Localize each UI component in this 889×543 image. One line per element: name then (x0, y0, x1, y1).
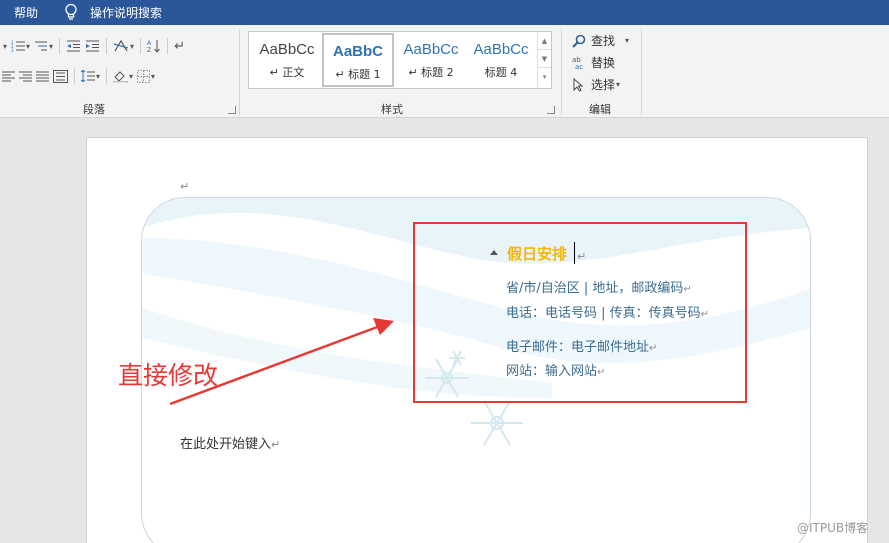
svg-text:ac: ac (575, 63, 583, 70)
title-bar: 帮助 操作说明搜索 (0, 0, 889, 25)
replace-icon: ab ac (572, 56, 588, 70)
select-button[interactable]: 选择 ▾ (572, 76, 620, 93)
line-spacing-icon[interactable]: ▾ (79, 66, 102, 86)
watermark: @ITPUB博客 (797, 521, 869, 535)
styles-dialog-launcher-icon[interactable] (547, 106, 555, 114)
replace-label: 替换 (591, 56, 616, 70)
borders-icon[interactable]: ▾ (135, 66, 157, 86)
decrease-indent-icon[interactable] (64, 36, 83, 56)
tab-help[interactable]: 帮助 (14, 4, 38, 21)
search-icon (572, 34, 588, 48)
style-heading-1[interactable]: AaBbC ↵ 标题 1 (322, 33, 394, 87)
sort-icon[interactable]: AZ (145, 36, 163, 56)
paragraph-dialog-launcher-icon[interactable] (228, 106, 236, 114)
justify-icon[interactable] (34, 66, 51, 86)
tell-me-search[interactable]: 操作说明搜索 (90, 4, 162, 21)
editing-group-label: 编辑 (589, 103, 611, 116)
paragraph-group-label: 段落 (83, 103, 105, 116)
gallery-down-icon[interactable]: ▼ (538, 50, 551, 68)
find-label: 查找 (591, 34, 616, 48)
style-name: ↵ 标题 1 (335, 68, 381, 81)
style-heading-4[interactable]: AaBbCc 标题 4 (465, 33, 537, 87)
styles-group-label: 样式 (381, 103, 403, 116)
styles-gallery: AaBbCc ↵ 正文 AaBbC ↵ 标题 1 AaBbCc ↵ 标题 2 A… (248, 31, 552, 89)
svg-text:3: 3 (11, 48, 14, 52)
style-sample: AaBbC (332, 43, 383, 60)
find-button[interactable]: 查找 ▾ (572, 32, 629, 49)
show-paragraph-marks-icon[interactable]: ↵ (172, 36, 187, 56)
lightbulb-icon[interactable] (64, 3, 78, 21)
body-placeholder[interactable]: 在此处开始键入↵ (180, 433, 280, 452)
style-sample: AaBbCc (259, 41, 315, 58)
select-label: 选择 (591, 78, 616, 92)
chinese-layout-icon[interactable]: ▾ (111, 36, 136, 56)
paragraph-row-1: ▾ 1 2 3 ▾ ▾ ▾ AZ ↵ (0, 36, 187, 56)
distributed-icon[interactable] (51, 66, 70, 86)
gallery-up-icon[interactable]: ▲ (538, 32, 551, 50)
align-right-icon[interactable] (17, 66, 34, 86)
style-normal[interactable]: AaBbCc ↵ 正文 (251, 33, 323, 87)
annotation-label: 直接修改 (118, 361, 219, 390)
paragraph-row-2: ▾ ▾ ▾ (0, 66, 157, 86)
style-name: ↵ 标题 2 (408, 66, 454, 79)
bullets-icon[interactable]: ▾ (0, 36, 9, 56)
empty-paragraph-mark: ↵ (180, 180, 190, 193)
svg-text:Z: Z (147, 47, 151, 53)
style-sample: AaBbCc (473, 41, 529, 58)
increase-indent-icon[interactable] (83, 36, 102, 56)
ribbon: ▾ 1 2 3 ▾ ▾ ▾ AZ ↵ ▾ ▾ ▾ 段落 AaBbCc ↵ 正文 … (0, 25, 889, 118)
replace-button[interactable]: ab ac 替换 (572, 54, 615, 71)
gallery-more-icon[interactable]: ▾ (538, 68, 551, 86)
cursor-arrow-icon (572, 77, 588, 92)
svg-text:A: A (147, 40, 152, 47)
style-heading-2[interactable]: AaBbCc ↵ 标题 2 (395, 33, 467, 87)
numbering-icon[interactable]: 1 2 3 ▾ (9, 36, 32, 56)
style-name: 标题 4 (484, 66, 518, 79)
shading-icon[interactable]: ▾ (111, 66, 135, 86)
align-left-icon[interactable] (0, 66, 17, 86)
highlight-box (413, 222, 747, 403)
gallery-scroll: ▲ ▼ ▾ (537, 32, 551, 88)
style-sample: AaBbCc (403, 41, 459, 58)
multilevel-list-icon[interactable]: ▾ (32, 36, 55, 56)
style-name: ↵ 正文 (269, 66, 305, 79)
